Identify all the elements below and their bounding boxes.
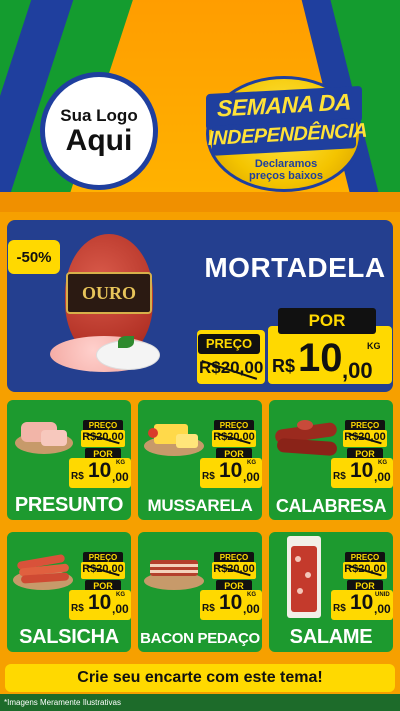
price-integer: 10 [219,459,243,482]
price-unit: KG [116,460,125,466]
price-unit: KG [247,592,256,598]
price-integer: 10 [350,591,374,614]
calabresa-image [273,414,338,460]
price-decimal: ,00 [243,470,260,484]
price-currency: R$ [333,603,346,614]
seal-tagline-2: preços baixos [249,170,323,182]
brand-name: OURO [82,282,136,303]
price-unit: KG [378,460,387,466]
preco-label: PREÇO [198,334,260,354]
price-decimal: ,00 [112,470,129,484]
price-integer: 10 [88,459,112,482]
price-unit: KG [247,460,256,466]
price-currency: R$ [71,471,84,482]
price-currency: R$ [202,603,215,614]
product-name: SALSICHA [19,626,119,648]
mussarela-image [142,414,206,460]
seal-tagline: Declaramos preços baixos [226,158,346,182]
price-decimal: ,00 [243,602,260,616]
header-bottom-band [0,192,400,212]
bacon-image [142,546,206,592]
salame-image [283,536,325,618]
price-unit: KG [367,341,381,351]
price-unit: KG [116,592,125,598]
price-currency: R$ [272,356,296,376]
product-name: MUSSARELA [147,496,253,515]
footnote: *Imagens Meramente Ilustrativas [4,698,121,707]
product-name: PRESUNTO [14,494,124,516]
price-integer: 10 [219,591,243,614]
price-decimal: ,00 [374,470,391,484]
salsicha-image [11,546,75,592]
old-price: R$20,00 [199,358,264,377]
price-decimal: ,00 [342,358,373,383]
product-card-mussarela[interactable]: PREÇO R$20,00 POR R$ 10 ,00 KG MUSSARELA [136,398,264,522]
product-card-salame[interactable]: PREÇO R$20,00 POR R$ 10 ,00 UNID SALAME [267,530,395,654]
product-name: SALAME [289,626,373,648]
price-decimal: ,00 [112,602,129,616]
store-logo-placeholder[interactable]: Sua Logo Aqui [40,72,158,190]
product-card-calabresa[interactable]: PREÇO R$20,00 POR R$ 10 ,00 KG CALABRESA [267,398,395,522]
product-name: BACON PEDAÇO [140,630,260,647]
cta-banner[interactable]: Crie seu encarte com este tema! [5,664,395,692]
price-currency: R$ [333,471,346,482]
por-label: POR [278,308,376,334]
price-integer: 10 [88,591,112,614]
price-decimal: ,00 [374,602,391,616]
price-integer: 10 [350,459,374,482]
herb-leaf-icon [118,336,134,348]
price-currency: R$ [71,603,84,614]
mortadela-brand-label: OURO [66,272,152,314]
seal-tagline-1: Declaramos [254,158,318,170]
discount-badge: -50% [8,240,60,274]
product-name: CALABRESA [275,496,387,516]
price-integer: 10 [298,336,343,380]
presunto-image [11,414,75,460]
price-currency: R$ [202,471,215,482]
price-unit: UNID [375,592,390,598]
product-card-salsicha[interactable]: PREÇO R$20,00 POR R$ 10 ,00 KG SALSICHA [5,530,133,654]
featured-product-name: MORTADELA [204,252,386,283]
logo-line1: Sua Logo [60,106,138,125]
product-card-presunto[interactable]: PREÇO R$20,00 POR R$ 10 ,00 KG PRESUNTO [5,398,133,522]
logo-line2: Aqui [65,124,133,157]
product-card-bacon[interactable]: PREÇO R$20,00 POR R$ 10 ,00 KG BACON PED… [136,530,264,654]
